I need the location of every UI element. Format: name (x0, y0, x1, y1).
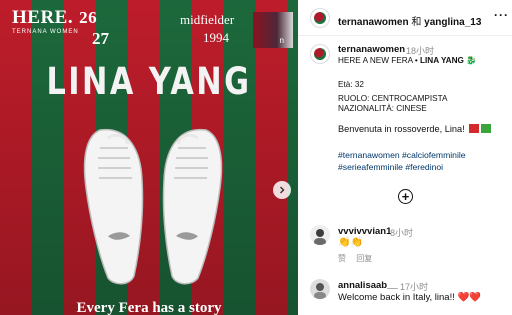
badge-letter: n (279, 36, 284, 45)
caption-age: Età: 32 (338, 80, 364, 89)
here-logo: HERE. 26 TERNANA WOMEN 27 (12, 7, 109, 49)
comment-reply-link[interactable]: 回复 (356, 254, 372, 263)
header-collaborator-link[interactable]: yanglina_13 (424, 17, 481, 28)
comment-username[interactable]: vvvivvvian1 (338, 226, 391, 237)
header-account-link[interactable]: ternanawomen (338, 17, 409, 28)
logo-year-top: 26 (79, 8, 98, 27)
caption-avatar[interactable] (310, 44, 330, 64)
football-boots-image (83, 128, 223, 285)
heart-emoji: ❤️❤️ (457, 292, 482, 303)
comment-text: 👏👏 (338, 237, 363, 248)
comment-like-link[interactable]: 赞 (338, 254, 346, 263)
red-square-emoji (469, 124, 480, 133)
green-square-emoji (481, 124, 492, 133)
caption-username[interactable]: ternanawomen (338, 44, 405, 55)
post-tagline: Every Fera has a story (76, 300, 222, 315)
logo-here: HERE. (12, 7, 74, 28)
add-comment-icon[interactable]: + (398, 189, 413, 204)
corner-badge: n (253, 12, 293, 48)
caption-title-prefix: HERE A NEW FERA • (338, 56, 421, 65)
hashtags-line-1[interactable]: #ternanawomen #calciofemminile (338, 150, 466, 160)
post-header: ternanawomen 和 yanglina_13 ··· (298, 0, 512, 36)
caption-welcome: Benvenuta in rossoverde, Lina! (338, 124, 465, 134)
caption-title-name: LINA YANG (420, 56, 464, 65)
comment-actions: 赞 回复 (338, 253, 380, 264)
ternana-avatar[interactable] (310, 8, 330, 28)
post-image[interactable]: HERE. 26 TERNANA WOMEN 27 midfielder 1994… (0, 0, 298, 315)
dragon-emoji: 🐉 (466, 56, 477, 65)
hashtags-line-2[interactable]: #serieafemminile #feredinoi (338, 162, 443, 172)
comment-username[interactable]: annalisaab__ (338, 280, 398, 291)
player-name: LINA YANG (46, 60, 252, 103)
more-options-icon[interactable]: ··· (494, 8, 509, 22)
caption-role: RUOLO: CENTROCAMPISTA (338, 94, 448, 103)
player-role: midfielder (180, 12, 235, 27)
comment-text: Welcome back in Italy, lina!! (338, 292, 455, 303)
post-authors: ternanawomen 和 yanglina_13 (338, 13, 481, 28)
caption-welcome-line: Benvenuta in rossoverde, Lina! (338, 124, 492, 134)
caption-line-title: HERE A NEW FERA • LINA YANG 🐉 (338, 56, 476, 66)
commenter-avatar[interactable] (310, 225, 330, 245)
player-birth-year: 1994 (203, 30, 229, 45)
comment-timestamp: 8小时 (390, 228, 414, 238)
logo-year-bottom: 27 (92, 29, 109, 48)
commenter-avatar[interactable] (310, 279, 330, 299)
comment-text-line: Welcome back in Italy, lina!! ❤️❤️ (338, 292, 481, 303)
post-side-panel: ternanawomen 和 yanglina_13 ··· ternanawo… (298, 0, 512, 315)
next-arrow-icon[interactable] (273, 181, 291, 199)
caption-nationality: NAZIONALITÀ: CINESE (338, 104, 427, 113)
logo-club: TERNANA WOMEN (12, 29, 79, 35)
header-conjunction: 和 (411, 17, 422, 28)
